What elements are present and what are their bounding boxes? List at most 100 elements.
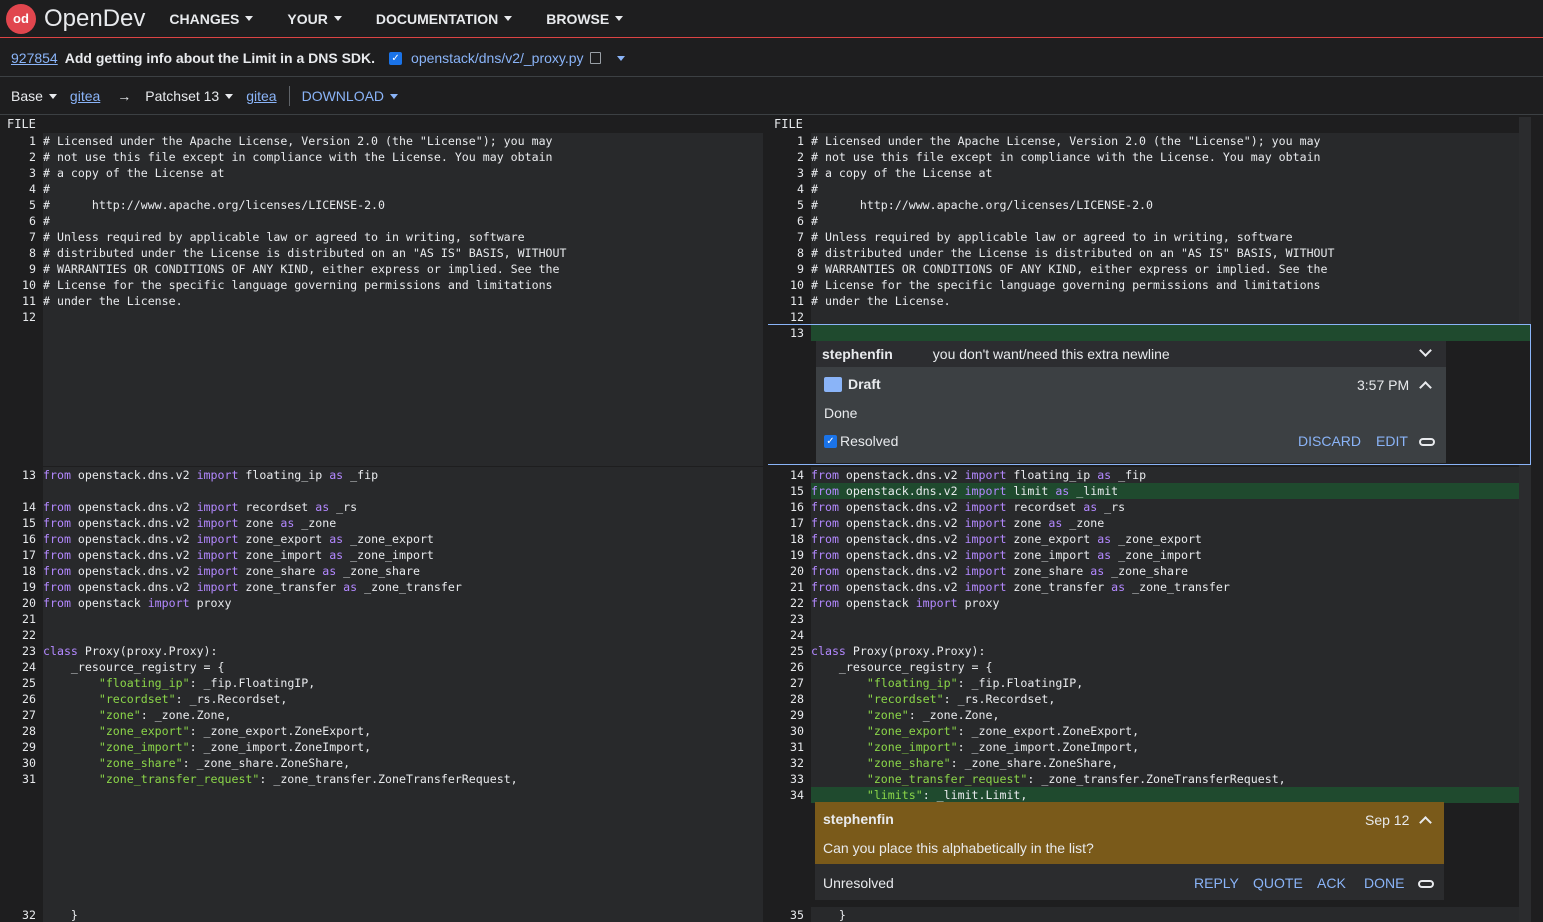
code-line[interactable]: 17 from openstack.dns.v2 import zone as _… bbox=[768, 515, 1531, 531]
line-number[interactable]: 7 bbox=[0, 229, 36, 245]
code-line[interactable]: 27 "zone": _zone.Zone, bbox=[0, 707, 763, 723]
opendev-logo[interactable]: od OpenDev bbox=[6, 3, 145, 34]
scrollbar[interactable] bbox=[1519, 117, 1531, 922]
code-line[interactable]: 29 "zone_import": _zone_import.ZoneImpor… bbox=[0, 739, 763, 755]
code-line[interactable]: 28 "recordset": _rs.Recordset, bbox=[768, 691, 1531, 707]
line-number[interactable]: 24 bbox=[768, 627, 804, 643]
line-number[interactable]: 21 bbox=[768, 579, 804, 595]
code-line[interactable]: 31 "zone_transfer_request": _zone_transf… bbox=[0, 771, 763, 787]
line-number[interactable]: 32 bbox=[768, 755, 804, 771]
line-number[interactable]: 27 bbox=[0, 707, 36, 723]
line-number[interactable]: 32 bbox=[0, 907, 36, 922]
code-line[interactable]: 14 from openstack.dns.v2 import recordset… bbox=[0, 499, 763, 515]
code-line[interactable]: 10 # License for the specific language go… bbox=[768, 277, 1531, 293]
nav-documentation[interactable]: DOCUMENTATION bbox=[376, 11, 513, 27]
code-line[interactable]: 22 from openstack import proxy bbox=[768, 595, 1531, 611]
line-number[interactable]: 2 bbox=[768, 149, 804, 165]
code-line[interactable]: 23 bbox=[768, 611, 1531, 627]
code-line[interactable]: 9 # WARRANTIES OR CONDITIONS OF ANY KIND,… bbox=[768, 261, 1531, 277]
reply-button[interactable]: REPLY bbox=[1194, 875, 1239, 891]
code-line[interactable]: 14 from openstack.dns.v2 import floating_… bbox=[768, 467, 1531, 483]
line-number[interactable]: 1 bbox=[0, 133, 36, 149]
code-line[interactable]: 3 # a copy of the License at bbox=[0, 165, 763, 181]
line-number[interactable]: 10 bbox=[768, 277, 804, 293]
line-number[interactable]: 3 bbox=[768, 165, 804, 181]
code-line[interactable]: 15 from openstack.dns.v2 import limit as … bbox=[768, 483, 1531, 499]
line-number[interactable]: 31 bbox=[0, 771, 36, 787]
line-number[interactable]: 22 bbox=[768, 595, 804, 611]
line-number[interactable]: 17 bbox=[0, 547, 36, 563]
code-line[interactable]: 21 from openstack.dns.v2 import zone_tran… bbox=[768, 579, 1531, 595]
nav-changes[interactable]: CHANGES bbox=[169, 11, 254, 27]
code-line[interactable]: 19 from openstack.dns.v2 import zone_impo… bbox=[768, 547, 1531, 563]
line-number[interactable]: 15 bbox=[768, 483, 804, 499]
code-line[interactable]: 22 bbox=[0, 627, 763, 643]
line-number[interactable]: 20 bbox=[0, 595, 36, 611]
line-number[interactable]: 34 bbox=[768, 787, 804, 803]
reviewed-checkbox[interactable]: ✓ bbox=[389, 51, 403, 65]
code-line[interactable]: 26 "recordset": _rs.Recordset, bbox=[0, 691, 763, 707]
collapsed-comment-row[interactable]: stephenfin you don't want/need this extr… bbox=[822, 343, 1170, 365]
line-number[interactable]: 4 bbox=[0, 181, 36, 197]
nav-browse[interactable]: BROWSE bbox=[546, 11, 624, 27]
line-number[interactable]: 12 bbox=[768, 309, 804, 325]
code-line[interactable]: 33 "zone_transfer_request": _zone_transf… bbox=[768, 771, 1531, 787]
patchset-gitea-link[interactable]: gitea bbox=[246, 88, 276, 104]
line-number[interactable]: 14 bbox=[768, 467, 804, 483]
file-dropdown-chevron-icon[interactable] bbox=[616, 55, 625, 61]
line-number[interactable]: 14 bbox=[0, 499, 36, 515]
line-number[interactable]: 12 bbox=[0, 309, 36, 325]
line-number[interactable]: 27 bbox=[768, 675, 804, 691]
line-number[interactable]: 4 bbox=[768, 181, 804, 197]
code-line[interactable]: 11 # under the License. bbox=[0, 293, 763, 309]
code-line[interactable]: 29 "zone": _zone.Zone, bbox=[768, 707, 1531, 723]
line-number[interactable]: 10 bbox=[0, 277, 36, 293]
code-line[interactable]: 2 # not use this file except in complianc… bbox=[0, 149, 763, 165]
code-line[interactable]: 28 "zone_export": _zone_export.ZoneExpor… bbox=[0, 723, 763, 739]
line-number[interactable]: 28 bbox=[768, 691, 804, 707]
line-number[interactable]: 26 bbox=[0, 691, 36, 707]
code-line[interactable]: 4 # bbox=[768, 181, 1531, 197]
line-number[interactable]: 26 bbox=[768, 659, 804, 675]
line-number[interactable]: 11 bbox=[0, 293, 36, 309]
nav-your[interactable]: YOUR bbox=[287, 11, 342, 27]
code-line[interactable]: 20 from openstack import proxy bbox=[0, 595, 763, 611]
code-line[interactable]: 18 from openstack.dns.v2 import zone_shar… bbox=[0, 563, 763, 579]
code-line[interactable]: 1 # Licensed under the Apache License, Ve… bbox=[0, 133, 763, 149]
code-line[interactable]: 26 _resource_registry = { bbox=[768, 659, 1531, 675]
line-number[interactable]: 21 bbox=[0, 611, 36, 627]
code-line[interactable]: 18 from openstack.dns.v2 import zone_expo… bbox=[768, 531, 1531, 547]
line-number[interactable]: 2 bbox=[0, 149, 36, 165]
copy-icon[interactable] bbox=[589, 52, 601, 64]
line-number[interactable]: 33 bbox=[768, 771, 804, 787]
code-line[interactable]: 13 from openstack.dns.v2 import floating_… bbox=[0, 467, 763, 483]
code-line[interactable]: 5 # http://www.apache.org/licenses/LICENS… bbox=[0, 197, 763, 213]
code-line[interactable]: 8 # distributed under the License is dist… bbox=[768, 245, 1531, 261]
line-number[interactable]: 23 bbox=[768, 611, 804, 627]
code-line[interactable]: 16 from openstack.dns.v2 import recordset… bbox=[768, 499, 1531, 515]
line-number[interactable]: 6 bbox=[0, 213, 36, 229]
line-number[interactable]: 35 bbox=[768, 907, 804, 922]
code-line[interactable]: 27 "floating_ip": _fip.FloatingIP, bbox=[768, 675, 1531, 691]
code-line[interactable]: 17 from openstack.dns.v2 import zone_impo… bbox=[0, 547, 763, 563]
line-number[interactable]: 24 bbox=[0, 659, 36, 675]
base-gitea-link[interactable]: gitea bbox=[70, 88, 100, 104]
line-number[interactable]: 25 bbox=[768, 643, 804, 659]
link-icon[interactable] bbox=[1418, 880, 1434, 888]
code-line[interactable]: 6 # bbox=[768, 213, 1531, 229]
code-line[interactable]: 12 bbox=[768, 309, 1531, 325]
line-number[interactable]: 19 bbox=[0, 579, 36, 595]
code-line[interactable]: 25 "floating_ip": _fip.FloatingIP, bbox=[0, 675, 763, 691]
line-number[interactable]: 22 bbox=[0, 627, 36, 643]
code-line[interactable]: 7 # Unless required by applicable law or … bbox=[768, 229, 1531, 245]
resolved-checkbox[interactable]: ✓ Resolved bbox=[824, 433, 898, 449]
line-number[interactable]: 8 bbox=[768, 245, 804, 261]
code-line[interactable]: 20 from openstack.dns.v2 import zone_shar… bbox=[768, 563, 1531, 579]
line-number[interactable]: 1 bbox=[768, 133, 804, 149]
code-line[interactable]: 21 bbox=[0, 611, 763, 627]
line-number[interactable]: 11 bbox=[768, 293, 804, 309]
patchset-selector[interactable]: Patchset 13 bbox=[145, 88, 234, 104]
code-line[interactable]: 24 _resource_registry = { bbox=[0, 659, 763, 675]
line-number[interactable]: 16 bbox=[0, 531, 36, 547]
code-line[interactable]: 30 "zone_export": _zone_export.ZoneExpor… bbox=[768, 723, 1531, 739]
